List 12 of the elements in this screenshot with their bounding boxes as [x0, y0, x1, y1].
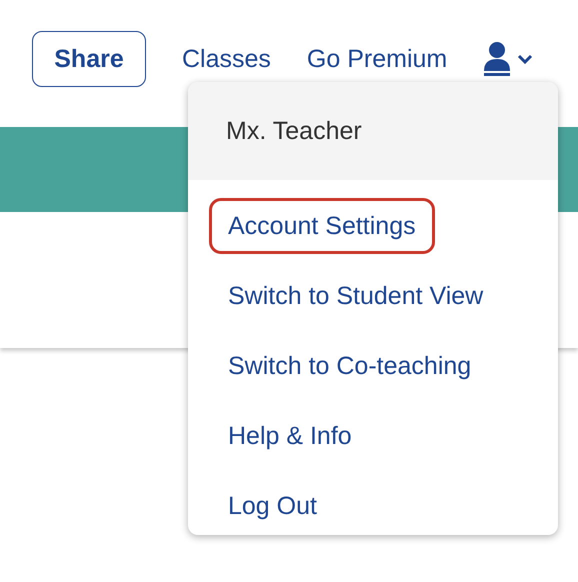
chevron-down-icon — [517, 53, 534, 65]
user-menu-button[interactable] — [483, 41, 534, 77]
nav-link[interactable]: Classes — [182, 44, 271, 74]
menu-item[interactable]: Switch to Co-teaching — [209, 338, 490, 394]
menu-header: Mx. Teacher — [188, 82, 558, 180]
menu-item[interactable]: Log Out — [209, 478, 336, 534]
menu-item[interactable]: Help & Info — [209, 408, 371, 464]
share-button[interactable]: Share — [32, 31, 146, 87]
menu-item[interactable]: Account Settings — [209, 198, 435, 254]
menu-item[interactable]: Switch to Student View — [209, 268, 502, 324]
user-icon — [483, 41, 512, 77]
nav-link[interactable]: Go Premium — [306, 44, 448, 74]
